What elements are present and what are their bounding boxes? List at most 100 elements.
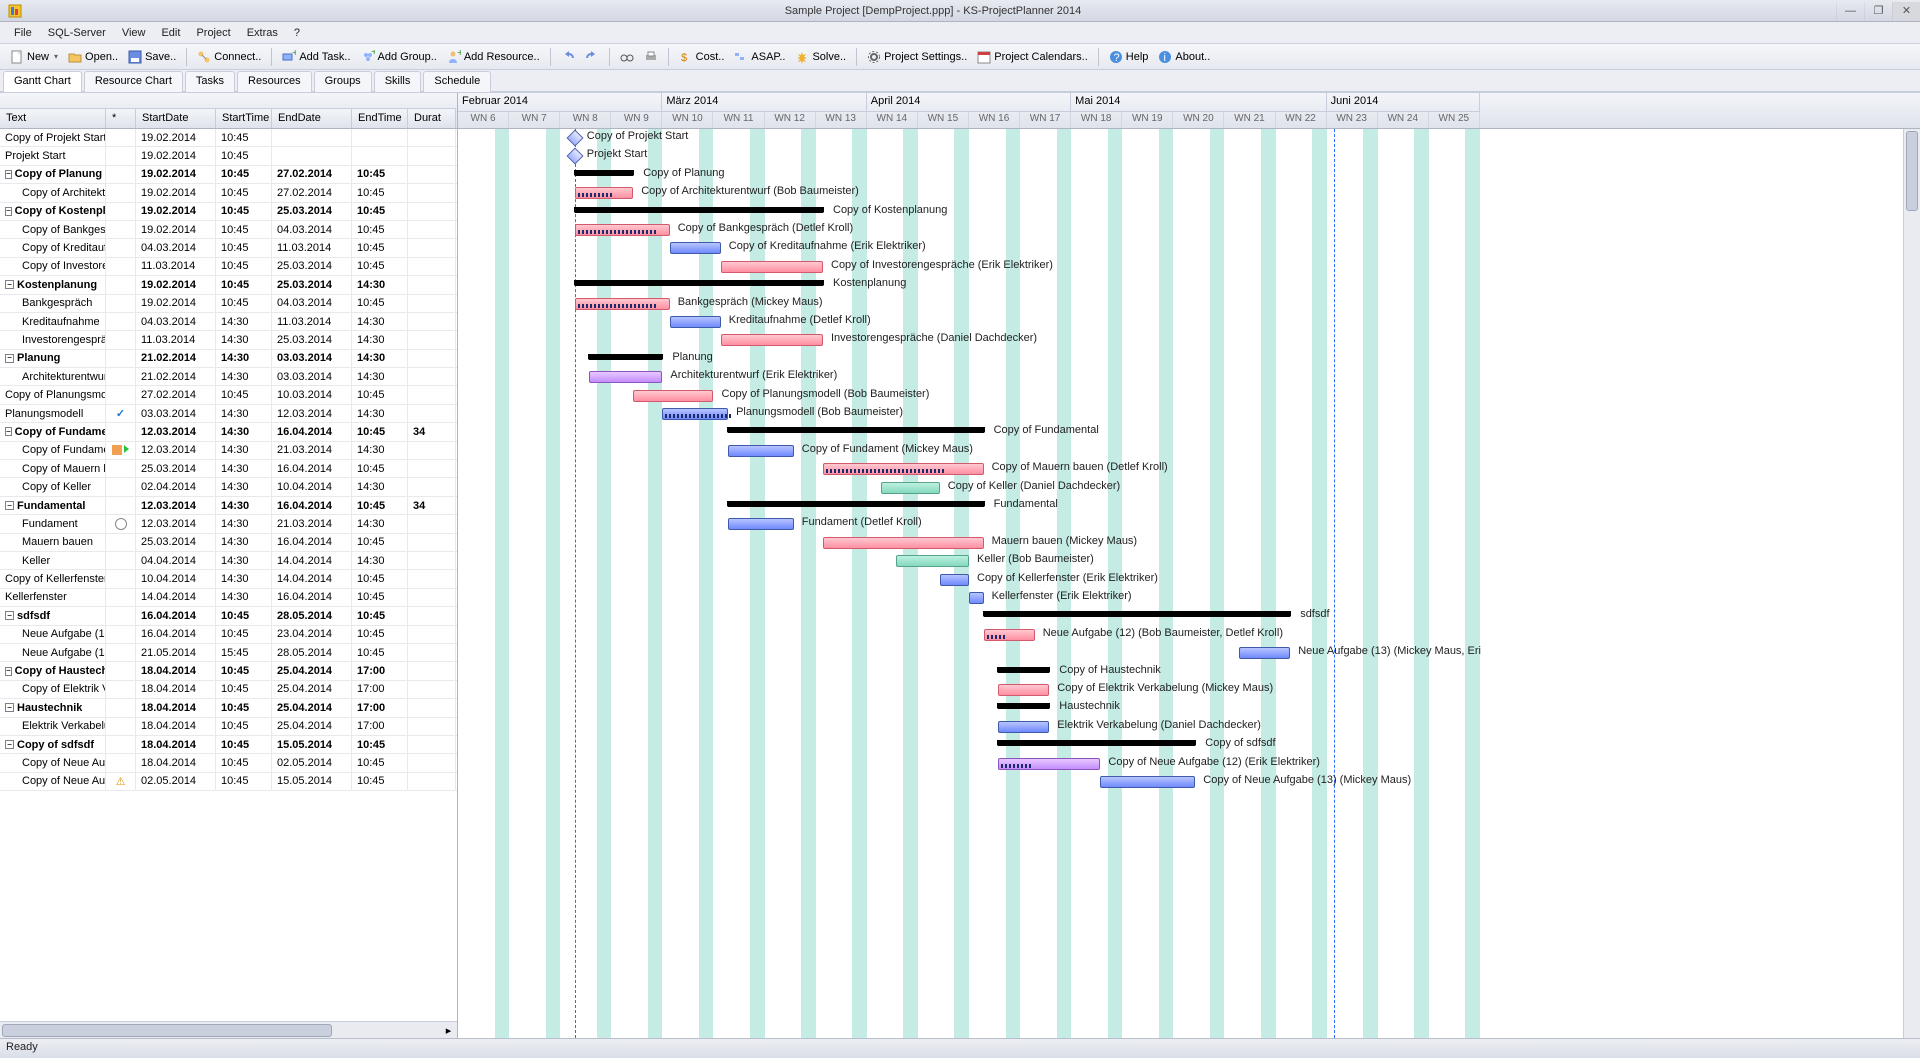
tab-resource-chart[interactable]: Resource Chart <box>84 71 183 92</box>
table-row[interactable]: Neue Aufgabe (12)16.04.201410:4523.04.20… <box>0 626 457 644</box>
collapse-icon[interactable]: − <box>5 667 12 676</box>
table-row[interactable]: −Copy of sdfsdf18.04.201410:4515.05.2014… <box>0 736 457 754</box>
task-bar[interactable] <box>589 371 662 383</box>
table-row[interactable]: Copy of Planungsmo...27.02.201410:4510.0… <box>0 386 457 404</box>
summary-bar[interactable] <box>728 501 984 507</box>
table-row[interactable]: Copy of Bankgespr...19.02.201410:4504.03… <box>0 221 457 239</box>
table-row[interactable]: Projekt Start19.02.201410:45 <box>0 147 457 165</box>
task-bar[interactable] <box>633 390 713 402</box>
asap-button[interactable]: ASAP.. <box>730 49 789 65</box>
table-row[interactable]: Kreditaufnahme04.03.201414:3011.03.20141… <box>0 313 457 331</box>
tab-tasks[interactable]: Tasks <box>185 71 235 92</box>
help-button[interactable]: ?Help <box>1105 49 1153 65</box>
addresource-button[interactable]: +Add Resource.. <box>443 49 544 65</box>
vscroll-thumb[interactable] <box>1906 131 1918 211</box>
tab-schedule[interactable]: Schedule <box>423 71 491 92</box>
table-row[interactable]: Kellerfenster14.04.201414:3016.04.201410… <box>0 589 457 607</box>
menu-extras[interactable]: Extras <box>239 25 286 41</box>
table-row[interactable]: −Copy of Fundame...12.03.201414:3016.04.… <box>0 423 457 441</box>
scroll-right-icon[interactable]: ▸ <box>440 1022 457 1038</box>
table-row[interactable]: Planungsmodell✓03.03.201414:3012.03.2014… <box>0 405 457 423</box>
task-bar[interactable] <box>721 334 823 346</box>
col-star[interactable]: * <box>106 108 136 128</box>
table-row[interactable]: Bankgespräch19.02.201410:4504.03.201410:… <box>0 295 457 313</box>
task-bar[interactable] <box>998 758 1100 770</box>
task-bar[interactable] <box>940 574 969 586</box>
menu-project[interactable]: Project <box>188 25 238 41</box>
task-bar[interactable] <box>1239 647 1290 659</box>
table-row[interactable]: Copy of Architektu...19.02.201410:4527.0… <box>0 184 457 202</box>
collapse-icon[interactable]: − <box>5 354 14 363</box>
gantt-vscroll[interactable] <box>1903 129 1920 1038</box>
about-button[interactable]: iAbout.. <box>1154 49 1214 65</box>
summary-bar[interactable] <box>998 703 1049 709</box>
col-text[interactable]: Text <box>0 108 106 128</box>
task-bar[interactable] <box>728 445 794 457</box>
summary-bar[interactable] <box>575 207 823 213</box>
collapse-icon[interactable]: − <box>5 611 14 620</box>
table-row[interactable]: Neue Aufgabe (13)21.05.201415:4528.05.20… <box>0 644 457 662</box>
col-duration[interactable]: Durat <box>408 108 456 128</box>
table-row[interactable]: Fundament12.03.201414:3021.03.201414:30 <box>0 515 457 533</box>
collapse-icon[interactable]: − <box>5 427 12 436</box>
table-row[interactable]: −Kostenplanung19.02.201410:4525.03.20141… <box>0 276 457 294</box>
table-row[interactable]: −Copy of Kostenpl...19.02.201410:4525.03… <box>0 203 457 221</box>
menu-edit[interactable]: Edit <box>153 25 188 41</box>
task-bar[interactable] <box>998 721 1049 733</box>
solve-button[interactable]: Solve.. <box>791 49 850 65</box>
table-row[interactable]: −Copy of Planung19.02.201410:4527.02.201… <box>0 166 457 184</box>
milestone[interactable] <box>566 148 583 165</box>
collapse-icon[interactable]: − <box>5 207 12 216</box>
collapse-icon[interactable]: − <box>5 740 14 749</box>
addtask-button[interactable]: +Add Task.. <box>278 49 354 65</box>
scroll-thumb[interactable] <box>2 1024 332 1037</box>
menu-view[interactable]: View <box>114 25 154 41</box>
table-row[interactable]: Copy of Kreditaufn...04.03.201410:4511.0… <box>0 239 457 257</box>
task-bar[interactable] <box>998 684 1049 696</box>
col-endtime[interactable]: EndTime <box>352 108 408 128</box>
menu-file[interactable]: File <box>6 25 40 41</box>
task-bar[interactable] <box>881 482 939 494</box>
tab-groups[interactable]: Groups <box>314 71 372 92</box>
minimize-button[interactable]: — <box>1836 2 1864 20</box>
task-bar[interactable] <box>969 592 984 604</box>
redo-button[interactable] <box>581 49 603 65</box>
task-bar[interactable] <box>670 242 721 254</box>
menu-sqlserver[interactable]: SQL-Server <box>40 25 114 41</box>
summary-bar[interactable] <box>998 740 1195 746</box>
col-starttime[interactable]: StartTime <box>216 108 272 128</box>
close-button[interactable]: ✕ <box>1892 2 1920 20</box>
table-row[interactable]: Copy of Neue Auf...18.04.201410:4502.05.… <box>0 754 457 772</box>
new-button[interactable]: New <box>6 49 62 65</box>
table-row[interactable]: Keller04.04.201414:3014.04.201414:30 <box>0 552 457 570</box>
open-button[interactable]: Open.. <box>64 49 122 65</box>
table-row[interactable]: −Planung21.02.201414:3003.03.201414:30 <box>0 350 457 368</box>
col-startdate[interactable]: StartDate <box>136 108 216 128</box>
summary-bar[interactable] <box>998 667 1049 673</box>
tab-skills[interactable]: Skills <box>374 71 422 92</box>
table-row[interactable]: Copy of Neue Auf...⚠02.05.201410:4515.05… <box>0 773 457 791</box>
task-bar[interactable] <box>575 224 670 236</box>
print-button[interactable] <box>640 49 662 65</box>
summary-bar[interactable] <box>575 280 823 286</box>
collapse-icon[interactable]: − <box>5 280 14 289</box>
projectcalendars-button[interactable]: Project Calendars.. <box>973 49 1092 65</box>
tab-gantt-chart[interactable]: Gantt Chart <box>3 71 82 92</box>
table-row[interactable]: Copy of Keller02.04.201414:3010.04.20141… <box>0 478 457 496</box>
collapse-icon[interactable]: − <box>5 703 14 712</box>
task-bar[interactable] <box>984 629 1035 641</box>
table-row[interactable]: Copy of Elektrik Ve...18.04.201410:4525.… <box>0 681 457 699</box>
task-bar[interactable] <box>662 408 728 420</box>
addgroup-button[interactable]: +Add Group.. <box>357 49 441 65</box>
summary-bar[interactable] <box>984 611 1291 617</box>
task-bar[interactable] <box>575 187 633 199</box>
collapse-icon[interactable]: − <box>5 501 14 510</box>
task-bar[interactable] <box>670 316 721 328</box>
task-bar[interactable] <box>1100 776 1195 788</box>
col-enddate[interactable]: EndDate <box>272 108 352 128</box>
undo-button[interactable] <box>557 49 579 65</box>
grid-hscroll[interactable]: ◂ ▸ <box>0 1021 457 1038</box>
collapse-icon[interactable]: − <box>5 170 12 179</box>
task-bar[interactable] <box>896 555 969 567</box>
summary-bar[interactable] <box>575 170 633 176</box>
